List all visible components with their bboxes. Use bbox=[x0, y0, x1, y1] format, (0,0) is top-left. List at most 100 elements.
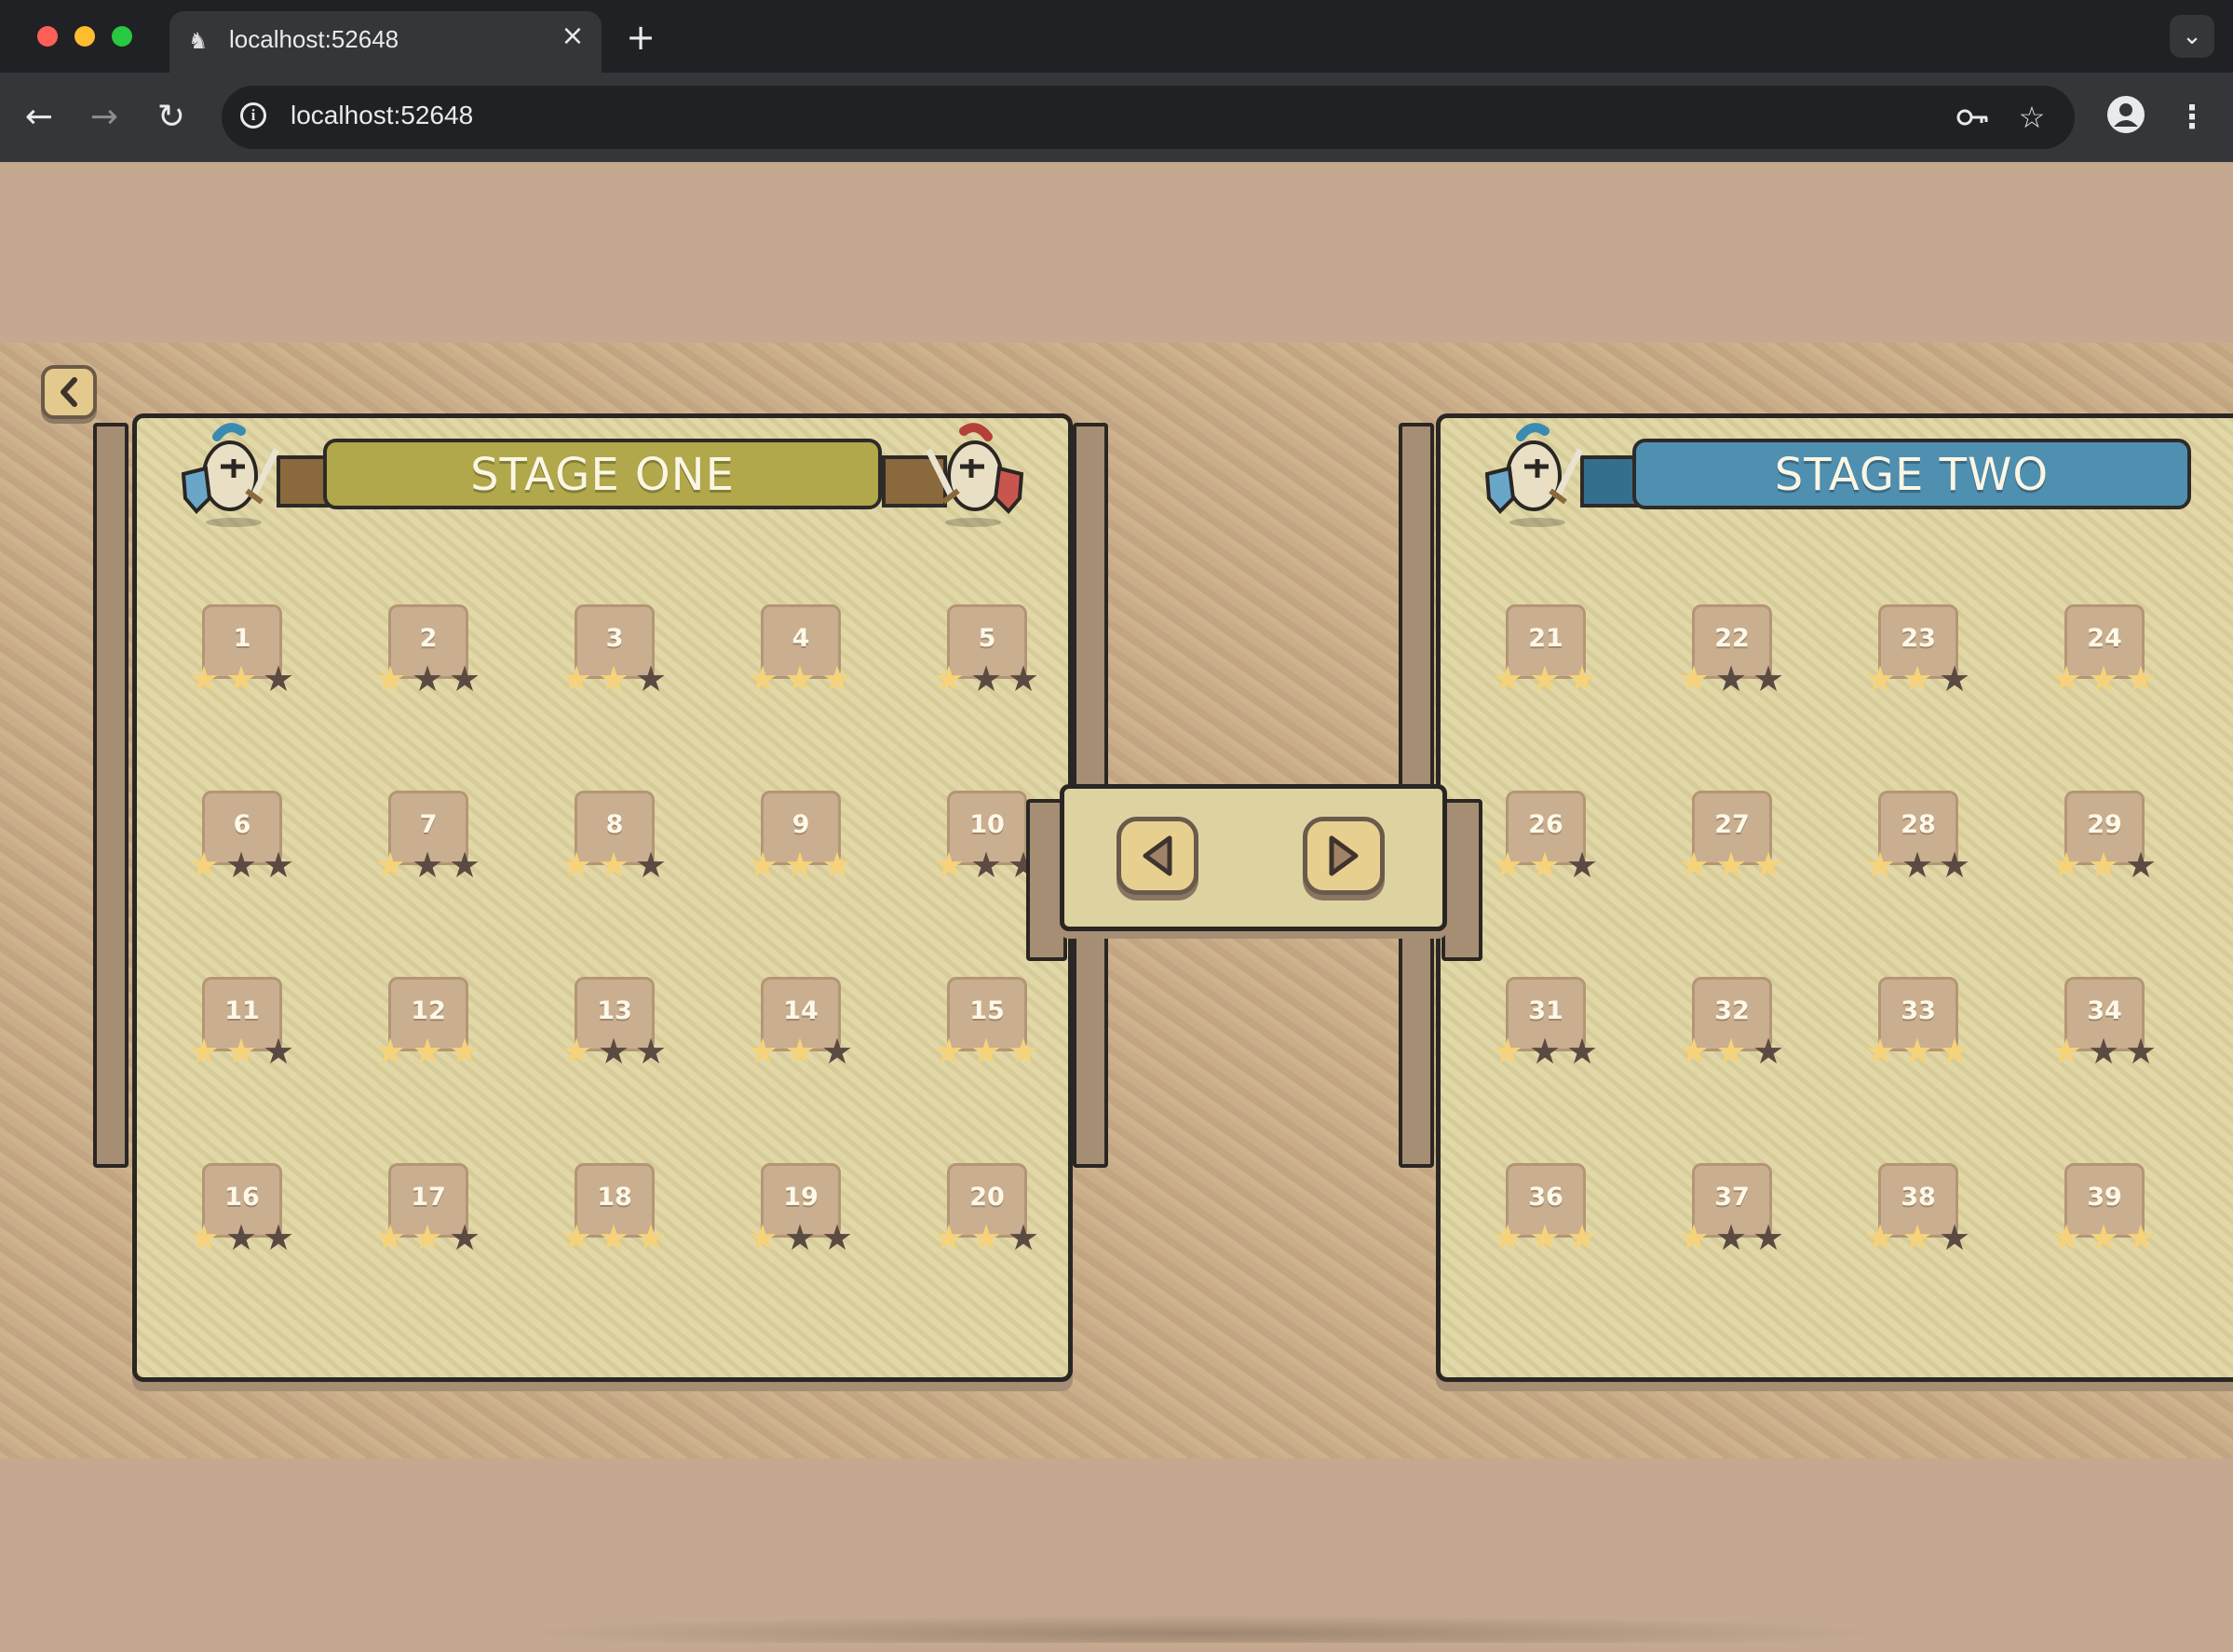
level-button[interactable]: 11 ★ ★ ★ bbox=[176, 977, 306, 1079]
level-button[interactable]: 31 ★ ★ ★ bbox=[1480, 977, 1610, 1079]
star-filled-icon: ★ bbox=[187, 1031, 221, 1072]
level-number: 38 bbox=[1901, 1183, 1936, 1212]
star-empty-icon: ★ bbox=[1565, 1031, 1599, 1072]
key-icon[interactable] bbox=[1954, 99, 1991, 136]
previous-stage-button[interactable] bbox=[1116, 817, 1198, 895]
star-empty-icon: ★ bbox=[1938, 658, 1971, 699]
star-filled-icon: ★ bbox=[820, 658, 854, 699]
level-button[interactable]: 3 ★ ★ ★ bbox=[548, 604, 679, 707]
level-button[interactable]: 28 ★ ★ ★ bbox=[1852, 791, 1983, 893]
level-button[interactable]: 21 ★ ★ ★ bbox=[1480, 604, 1610, 707]
level-number: 27 bbox=[1714, 810, 1750, 839]
level-star-rating: ★ ★ ★ bbox=[1852, 847, 1983, 886]
level-star-rating: ★ ★ ★ bbox=[548, 847, 679, 886]
star-filled-icon: ★ bbox=[373, 1217, 407, 1258]
reload-icon[interactable]: ↻ bbox=[149, 95, 194, 140]
level-button[interactable]: 19 ★ ★ ★ bbox=[735, 1163, 865, 1266]
site-info-icon[interactable]: i bbox=[240, 102, 266, 129]
back-button[interactable] bbox=[41, 365, 97, 419]
level-button[interactable]: 27 ★ ★ ★ bbox=[1666, 791, 1796, 893]
level-button[interactable]: 34 ★ ★ ★ bbox=[2038, 977, 2169, 1079]
window-maximize-button[interactable] bbox=[112, 26, 132, 47]
star-filled-icon: ★ bbox=[932, 845, 966, 886]
level-button[interactable]: 29 ★ ★ ★ bbox=[2038, 791, 2169, 893]
star-filled-icon: ★ bbox=[1677, 1031, 1711, 1072]
level-button[interactable]: 26 ★ ★ ★ bbox=[1480, 791, 1610, 893]
level-button[interactable]: 14 ★ ★ ★ bbox=[735, 977, 865, 1079]
level-button[interactable]: 38 ★ ★ ★ bbox=[1852, 1163, 1983, 1266]
level-star-rating: ★ ★ ★ bbox=[2038, 1220, 2169, 1258]
level-button[interactable]: 17 ★ ★ ★ bbox=[362, 1163, 493, 1266]
level-number: 19 bbox=[783, 1183, 819, 1212]
bookmark-star-icon[interactable]: ☆ bbox=[2013, 99, 2050, 136]
level-button[interactable]: 33 ★ ★ ★ bbox=[1852, 977, 1983, 1079]
star-filled-icon: ★ bbox=[1863, 1031, 1897, 1072]
star-filled-icon: ★ bbox=[2124, 658, 2158, 699]
star-empty-icon: ★ bbox=[411, 845, 444, 886]
level-number: 5 bbox=[978, 624, 996, 653]
level-star-rating: ★ ★ ★ bbox=[1666, 1220, 1796, 1258]
level-button[interactable]: 7 ★ ★ ★ bbox=[362, 791, 493, 893]
star-empty-icon: ★ bbox=[262, 658, 295, 699]
level-button[interactable]: 22 ★ ★ ★ bbox=[1666, 604, 1796, 707]
address-bar[interactable]: i localhost:52648 ☆ bbox=[222, 86, 2075, 149]
level-button[interactable]: 12 ★ ★ ★ bbox=[362, 977, 493, 1079]
url-text[interactable]: localhost:52648 bbox=[291, 101, 473, 130]
level-star-rating: ★ ★ ★ bbox=[548, 1217, 679, 1258]
back-arrow-icon[interactable]: ← bbox=[17, 95, 61, 140]
star-filled-icon: ★ bbox=[746, 1031, 779, 1072]
window-minimize-button[interactable] bbox=[74, 26, 95, 47]
star-filled-icon: ★ bbox=[373, 845, 407, 886]
level-button[interactable]: 15 ★ ★ ★ bbox=[921, 977, 1051, 1079]
star-empty-icon: ★ bbox=[411, 658, 444, 699]
star-empty-icon: ★ bbox=[1007, 1217, 1040, 1258]
level-button[interactable]: 37 ★ ★ ★ bbox=[1666, 1163, 1796, 1266]
star-filled-icon: ★ bbox=[1677, 845, 1711, 886]
level-button[interactable]: 32 ★ ★ ★ bbox=[1666, 977, 1796, 1079]
star-filled-icon: ★ bbox=[932, 1217, 966, 1258]
star-filled-icon: ★ bbox=[634, 1217, 668, 1258]
star-filled-icon: ★ bbox=[783, 658, 817, 699]
star-empty-icon: ★ bbox=[2087, 1031, 2120, 1072]
new-tab-icon[interactable]: + bbox=[622, 19, 659, 56]
star-filled-icon: ★ bbox=[1491, 1031, 1524, 1072]
level-number: 21 bbox=[1528, 624, 1563, 653]
level-button[interactable]: 9 ★ ★ ★ bbox=[735, 791, 865, 893]
level-button[interactable]: 36 ★ ★ ★ bbox=[1480, 1163, 1610, 1266]
level-star-rating: ★ ★ ★ bbox=[921, 1034, 1051, 1072]
star-filled-icon: ★ bbox=[1528, 658, 1562, 699]
tab-search-chevron-icon[interactable]: ⌄ bbox=[2170, 15, 2214, 58]
browser-menu-icon[interactable]: ⋮ bbox=[2175, 95, 2209, 140]
star-empty-icon: ★ bbox=[448, 1217, 481, 1258]
stage-title-ribbon: STAGE ONE bbox=[323, 439, 882, 509]
level-button[interactable]: 16 ★ ★ ★ bbox=[176, 1163, 306, 1266]
tab-title: localhost:52648 bbox=[229, 25, 399, 53]
browser-tab[interactable]: ♞ localhost:52648 × bbox=[169, 11, 602, 73]
stage-navigation bbox=[1060, 784, 1447, 931]
level-star-rating: ★ ★ ★ bbox=[735, 658, 865, 699]
stage-panel-board: STAGE ONE 1 ★ ★ ★ 2 ★ ★ ★ 3 ★ ★ ★ 4 ★ ★ ★ 5 ★ ★ ★ 6 ★ ★ bbox=[132, 413, 1073, 1382]
level-button[interactable]: 4 ★ ★ ★ bbox=[735, 604, 865, 707]
level-button[interactable]: 6 ★ ★ ★ bbox=[176, 791, 306, 893]
level-button[interactable]: 23 ★ ★ ★ bbox=[1852, 604, 1983, 707]
level-button[interactable]: 18 ★ ★ ★ bbox=[548, 1163, 679, 1266]
level-star-rating: ★ ★ ★ bbox=[921, 1217, 1051, 1258]
level-button[interactable]: 20 ★ ★ ★ bbox=[921, 1163, 1051, 1266]
triangle-left-icon bbox=[1143, 835, 1172, 876]
tab-close-icon[interactable]: × bbox=[557, 20, 589, 52]
level-button[interactable]: 13 ★ ★ ★ bbox=[548, 977, 679, 1079]
level-number: 28 bbox=[1901, 810, 1936, 839]
star-empty-icon: ★ bbox=[1714, 658, 1748, 699]
level-number: 33 bbox=[1901, 996, 1936, 1025]
level-button[interactable]: 5 ★ ★ ★ bbox=[921, 604, 1051, 707]
level-button[interactable]: 2 ★ ★ ★ bbox=[362, 604, 493, 707]
level-button[interactable]: 39 ★ ★ ★ bbox=[2038, 1163, 2169, 1266]
profile-avatar-icon[interactable] bbox=[2106, 95, 2145, 134]
level-button[interactable]: 1 ★ ★ ★ bbox=[176, 604, 306, 707]
window-close-button[interactable] bbox=[37, 26, 58, 47]
level-number: 22 bbox=[1714, 624, 1750, 653]
next-stage-button[interactable] bbox=[1303, 817, 1385, 895]
forward-arrow-icon[interactable]: → bbox=[82, 95, 127, 140]
level-button[interactable]: 24 ★ ★ ★ bbox=[2038, 604, 2169, 707]
level-button[interactable]: 8 ★ ★ ★ bbox=[548, 791, 679, 893]
